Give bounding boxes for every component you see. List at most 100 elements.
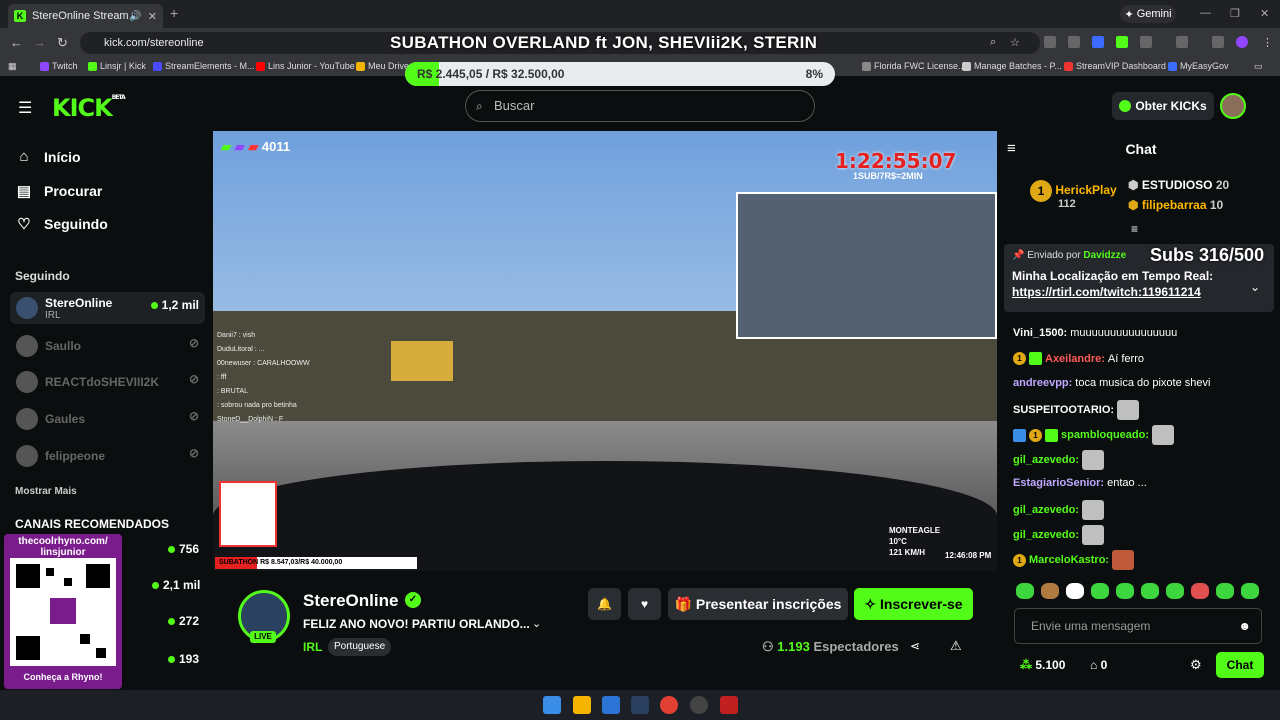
profile-icon[interactable] [1236,36,1248,48]
nav-label: Seguindo [44,216,108,232]
gifter-2: ⬢ ESTUDIOSO 20 [1128,178,1230,192]
sidebar-channel-felippeone[interactable]: felippeone ⊘ [10,440,205,472]
emote-icon[interactable] [1241,583,1259,599]
reload-icon[interactable]: ↻ [57,35,68,51]
user-avatar[interactable] [1220,93,1246,119]
extension-icon[interactable] [1116,36,1128,48]
new-tab-button[interactable]: + [170,5,178,21]
search-input[interactable]: ⌕ Buscar [465,90,815,122]
minimize-icon[interactable]: — [1200,7,1211,19]
nav-label: Início [44,148,81,165]
gear-icon[interactable]: ⚙ [1190,657,1202,673]
chat-message: EstagiarioSenior: entao ... [1013,477,1147,489]
bookmark-kick[interactable]: Linsjr | Kick [88,61,146,71]
channel-avatar [16,335,38,357]
share-icon[interactable]: ⋖ [910,639,920,653]
chevron-down-icon[interactable]: ⌄ [1250,280,1260,294]
get-kicks-button[interactable]: Obter KICKs [1112,92,1214,120]
sidebar-channel-gaules[interactable]: Gaules ⊘ [10,403,205,435]
back-icon[interactable]: ← [10,35,23,50]
bookmark-fwc[interactable]: Florida FWC License... [862,61,966,71]
extensions-puzzle-icon[interactable] [1140,36,1152,48]
mail-icon[interactable] [602,696,620,714]
hamburger-menu-icon[interactable]: ☰ [18,98,32,118]
pinned-link[interactable]: https://rtirl.com/twitch:119611214 [1012,285,1266,299]
emote-icon[interactable] [1066,583,1084,599]
emote-icon[interactable] [1041,583,1059,599]
bell-icon[interactable]: 🔔 [588,588,621,620]
sidebar-channel-saullo[interactable]: Saullo ⊘ [10,330,205,362]
app-icon[interactable] [720,696,738,714]
emote-icon[interactable] [1191,583,1209,599]
sidebar-channel-stereonline[interactable]: StereOnline IRL 1,2 mil [10,292,205,324]
car-dashboard [213,461,997,571]
emote-icon[interactable] [1091,583,1109,599]
emote-icon[interactable] [1116,583,1134,599]
stream-category[interactable]: IRL [303,640,322,654]
channel-name: felippeone [45,449,106,463]
zoom-icon[interactable]: ⌕ [990,36,1002,48]
goal-text: R$ 2.445,05 / R$ 32.500,00 [417,67,565,81]
bookmark-streamvip[interactable]: StreamVIP Dashboard [1064,61,1166,71]
bookmark-myeasygov[interactable]: MyEasyGov [1168,61,1229,71]
show-more-link[interactable]: Mostrar Mais [15,486,77,497]
recommended-title: CANAIS RECOMENDADOS [15,517,170,531]
bookmark-twitch[interactable]: Twitch [40,61,78,71]
report-icon[interactable]: ⚠ [950,638,962,654]
media-icon[interactable] [1212,36,1224,48]
bookmark-drive[interactable]: Meu Drive [356,61,409,71]
sidebar-channel-reactdoshevi[interactable]: REACTdoSHEVIII2K ⊘ [10,366,205,398]
collapse-chat-icon[interactable]: ≡ [1007,131,1016,167]
audio-icon[interactable]: 🔊 [129,11,141,22]
nav-following[interactable]: ♡ Seguindo [16,215,108,233]
follow-heart-icon[interactable]: ♥ [628,588,661,620]
emoji-icon[interactable]: ☻ [1238,609,1251,643]
chevron-down-icon[interactable]: ⌄ [532,617,541,630]
apps-icon[interactable]: ▦ [8,61,17,72]
maximize-icon[interactable]: ❐ [1230,7,1240,20]
gift-subs-button[interactable]: 🎁 Presentear inscrições [668,588,848,620]
file-explorer-icon[interactable] [573,696,591,714]
video-player[interactable]: ▰ ▰ ▰ 4011 1:22:55:07 1SUB/7R$=2MIN Dani… [213,131,997,571]
bookmark-streamelements[interactable]: StreamElements - M... [153,61,255,71]
close-tab-icon[interactable]: ✕ [148,10,157,23]
kick-logo[interactable]: KICKBETA [52,94,126,122]
channel-avatar [16,445,38,467]
channel-points[interactable]: ⁂ 5.100 [1020,658,1065,672]
pinned-text: Minha Localização em Tempo Real: [1012,269,1214,283]
emote-icon[interactable] [1166,583,1184,599]
language-tag[interactable]: Portuguese [328,638,392,656]
nav-home[interactable]: ⌂ Início [16,148,81,165]
nav-browse[interactable]: ▤ Procurar [16,182,102,200]
extension-icon[interactable] [1092,36,1104,48]
cast-icon[interactable] [1176,36,1188,48]
browser-tabstrip [0,0,1280,28]
extension-icon[interactable] [1068,36,1080,48]
chrome-icon[interactable] [660,696,678,714]
overlay-viewer-counter: ▰ ▰ ▰ 4011 [221,139,291,154]
emote-icon [1082,450,1105,470]
subscribe-button[interactable]: ✧ Inscrever-se [854,588,973,620]
all-bookmarks-icon[interactable]: ▭ [1254,61,1263,72]
gemini-button[interactable]: ✦ Gemini [1120,5,1176,23]
streamer-name[interactable]: StereOnline [303,591,398,611]
bookmark-batches[interactable]: Manage Batches - P... [962,61,1062,71]
send-chat-button[interactable]: Chat [1216,652,1264,678]
forward-icon[interactable]: → [33,35,46,50]
obs-icon[interactable] [690,696,708,714]
menu-dots-icon[interactable]: ⋮ [1262,36,1274,49]
windows-start-icon[interactable] [543,696,561,714]
emote-icon[interactable] [1216,583,1234,599]
store-count[interactable]: ⌂ 0 [1090,658,1107,672]
steam-icon[interactable] [631,696,649,714]
chat-message-input[interactable]: Envie uma mensagem ☻ [1014,608,1262,644]
browse-icon: ▤ [16,183,32,200]
emote-icon[interactable] [1016,583,1034,599]
emote-icon[interactable] [1141,583,1159,599]
browser-tab[interactable]: K StereOnline Stream - Watch 🔊 ✕ [8,4,163,28]
bookmark-star-icon[interactable]: ☆ [1010,36,1022,49]
expand-gifters-icon[interactable]: ≡ [1131,222,1138,236]
extension-icon[interactable] [1044,36,1056,48]
bookmark-youtube[interactable]: Lins Junior - YouTube [256,61,355,71]
close-window-icon[interactable]: ✕ [1260,7,1269,20]
